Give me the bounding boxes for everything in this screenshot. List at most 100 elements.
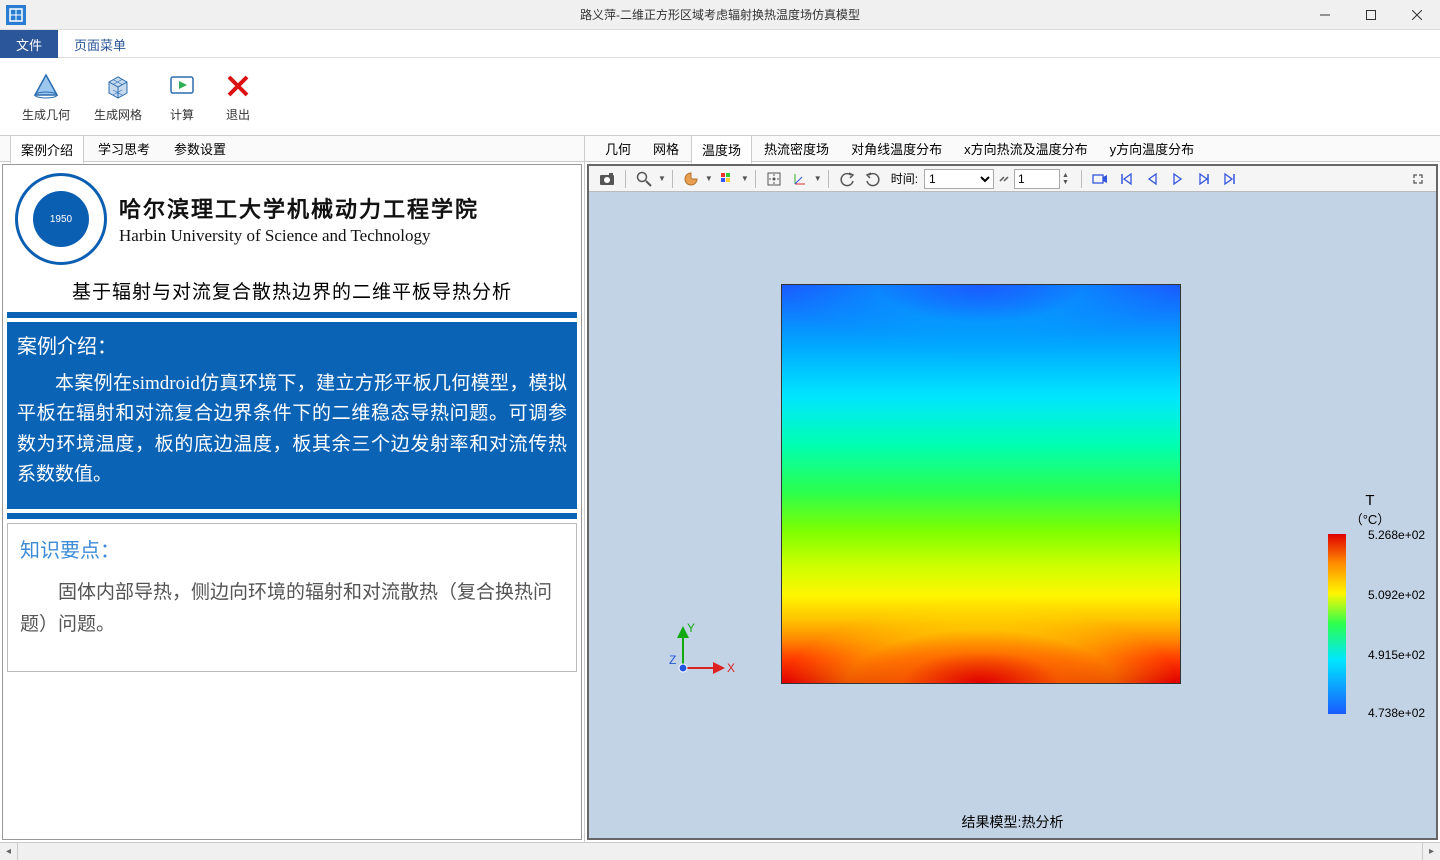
status-bar: ◂ ▸ xyxy=(0,842,1440,860)
legend-tick: 4.738e+02 xyxy=(1368,706,1425,720)
ribbon-label: 退出 xyxy=(226,106,250,123)
dropdown-arrow-icon[interactable]: ▼ xyxy=(814,174,822,183)
university-name-cn: 哈尔滨理工大学机械动力工程学院 xyxy=(119,192,569,224)
tab-case-intro[interactable]: 案例介绍 xyxy=(10,135,84,164)
tab-param-set[interactable]: 参数设置 xyxy=(164,135,236,162)
menu-tab-page[interactable]: 页面菜单 xyxy=(58,30,142,58)
axis-z-label: Z xyxy=(669,653,676,667)
visualization-area: ▼ ▼ ▼ ▼ 时间: 1 ▲▼ xyxy=(587,164,1438,840)
calculate-button[interactable]: 计算 xyxy=(154,66,210,127)
legend-tick: 5.268e+02 xyxy=(1368,528,1425,542)
record-icon[interactable] xyxy=(1088,168,1112,190)
result-model-label: 结果模型:热分析 xyxy=(962,812,1064,832)
viz-tab-heatflux[interactable]: 热流密度场 xyxy=(754,135,839,162)
app-icon xyxy=(6,5,26,25)
ribbon-label: 生成几何 xyxy=(22,106,70,123)
spinner-icon[interactable]: ▲▼ xyxy=(1062,172,1069,186)
ribbon: 生成几何 生成网格 计算 退出 xyxy=(0,58,1440,136)
university-logo: 1950 xyxy=(15,173,107,265)
play-forward-icon[interactable] xyxy=(1166,168,1190,190)
ribbon-label: 计算 xyxy=(170,106,194,123)
university-header: 1950 哈尔滨理工大学机械动力工程学院 Harbin University o… xyxy=(3,165,581,273)
skip-last-icon[interactable] xyxy=(1218,168,1242,190)
maximize-button[interactable] xyxy=(1348,0,1394,30)
dropdown-arrow-icon[interactable]: ▼ xyxy=(705,174,713,183)
generate-mesh-button[interactable]: 生成网格 xyxy=(82,66,154,127)
scroll-left-icon[interactable]: ◂ xyxy=(0,843,18,860)
skip-first-icon[interactable] xyxy=(1114,168,1138,190)
main-area: 案例介绍 学习思考 参数设置 1950 哈尔滨理工大学机械动力工程学院 Harb… xyxy=(0,136,1440,842)
prev-icon[interactable] xyxy=(1140,168,1164,190)
legend-unit: （°C） xyxy=(1310,509,1430,528)
zoom-icon[interactable] xyxy=(632,168,656,190)
viz-tabs: 几何 网格 温度场 热流密度场 对角线温度分布 x方向热流及温度分布 y方向温度… xyxy=(585,136,1440,162)
axis-y-label: Y xyxy=(687,621,695,635)
camera-icon[interactable] xyxy=(595,168,619,190)
expand-icon[interactable] xyxy=(1406,168,1430,190)
next-icon[interactable] xyxy=(1192,168,1216,190)
undo-icon[interactable] xyxy=(835,168,859,190)
knowledge-body: 固体内部导热，侧边向环境的辐射和对流散热（复合换热问题）问题。 xyxy=(20,577,564,642)
dropdown-arrow-icon[interactable]: ▼ xyxy=(658,174,666,183)
minimize-button[interactable] xyxy=(1302,0,1348,30)
viz-tab-geometry[interactable]: 几何 xyxy=(595,135,641,162)
fit-view-icon[interactable] xyxy=(762,168,786,190)
play-icon xyxy=(166,70,198,102)
university-text: 哈尔滨理工大学机械动力工程学院 Harbin University of Sci… xyxy=(119,192,569,246)
time-select[interactable]: 1 xyxy=(924,169,994,189)
dropdown-arrow-icon[interactable]: ▼ xyxy=(741,174,749,183)
separator xyxy=(828,170,829,188)
viz-tab-xdir[interactable]: x方向热流及温度分布 xyxy=(954,135,1098,162)
canvas[interactable]: X Y Z T （°C） 5.268e+02 5.092e+02 4.915e+… xyxy=(589,192,1436,838)
knowledge-section: 知识要点： 固体内部导热，侧边向环境的辐射和对流散热（复合换热问题）问题。 xyxy=(7,523,577,673)
separator xyxy=(672,170,673,188)
intro-section: 案例介绍： 本案例在simdroid仿真环境下，建立方形平板几何模型，模拟平板在… xyxy=(7,322,577,509)
legend-tick: 5.092e+02 xyxy=(1368,588,1425,602)
color-legend: T （°C） 5.268e+02 5.092e+02 4.915e+02 4.7… xyxy=(1310,492,1430,714)
axes-triad: X Y Z xyxy=(669,622,739,685)
ribbon-label: 生成网格 xyxy=(94,106,142,123)
cube-color-icon[interactable] xyxy=(715,168,739,190)
viz-tab-temperature[interactable]: 温度场 xyxy=(691,135,752,164)
palette-icon[interactable] xyxy=(679,168,703,190)
viz-tab-diagonal[interactable]: 对角线温度分布 xyxy=(841,135,952,162)
viz-tab-ydir[interactable]: y方向温度分布 xyxy=(1100,135,1205,162)
divider-bar xyxy=(7,513,577,519)
intro-body: 本案例在simdroid仿真环境下，建立方形平板几何模型，模拟平板在辐射和对流复… xyxy=(17,369,567,491)
divider-bar xyxy=(7,312,577,318)
link-icon[interactable] xyxy=(996,168,1012,190)
window-title: 路义萍-二维正方形区域考虑辐射换热温度场仿真模型 xyxy=(580,6,860,23)
axis-x-label: X xyxy=(727,661,735,675)
legend-tick: 4.915e+02 xyxy=(1368,648,1425,662)
redo-icon[interactable] xyxy=(861,168,885,190)
right-panel: 几何 网格 温度场 热流密度场 对角线温度分布 x方向热流及温度分布 y方向温度… xyxy=(585,136,1440,842)
left-panel: 案例介绍 学习思考 参数设置 1950 哈尔滨理工大学机械动力工程学院 Harb… xyxy=(0,136,585,842)
knowledge-title: 知识要点： xyxy=(20,534,564,563)
menu-tab-file[interactable]: 文件 xyxy=(0,30,58,58)
scroll-right-icon[interactable]: ▸ xyxy=(1422,843,1440,860)
legend-colorbar: 5.268e+02 5.092e+02 4.915e+02 4.738e+02 xyxy=(1328,534,1346,714)
logo-year: 1950 xyxy=(33,191,89,247)
left-content: 1950 哈尔滨理工大学机械动力工程学院 Harbin University o… xyxy=(2,164,582,840)
axes-icon[interactable] xyxy=(788,168,812,190)
case-subtitle: 基于辐射与对流复合散热边界的二维平板导热分析 xyxy=(3,273,581,312)
viz-toolbar: ▼ ▼ ▼ ▼ 时间: 1 ▲▼ xyxy=(589,166,1436,192)
close-x-icon xyxy=(222,70,254,102)
window-controls xyxy=(1302,0,1440,30)
intro-title: 案例介绍： xyxy=(17,330,567,359)
separator xyxy=(755,170,756,188)
exit-button[interactable]: 退出 xyxy=(210,66,266,127)
close-button[interactable] xyxy=(1394,0,1440,30)
frame-input[interactable] xyxy=(1014,169,1060,189)
left-sub-tabs: 案例介绍 学习思考 参数设置 xyxy=(0,136,584,162)
menu-bar: 文件 页面菜单 xyxy=(0,30,1440,58)
title-bar: 路义萍-二维正方形区域考虑辐射换热温度场仿真模型 xyxy=(0,0,1440,30)
tab-study-think[interactable]: 学习思考 xyxy=(88,135,160,162)
time-label: 时间: xyxy=(891,170,918,187)
separator xyxy=(625,170,626,188)
shape-cube-icon xyxy=(102,70,134,102)
viz-tab-mesh[interactable]: 网格 xyxy=(643,135,689,162)
generate-geometry-button[interactable]: 生成几何 xyxy=(10,66,82,127)
university-name-en: Harbin University of Science and Technol… xyxy=(119,226,569,246)
temperature-heatmap xyxy=(781,284,1181,684)
